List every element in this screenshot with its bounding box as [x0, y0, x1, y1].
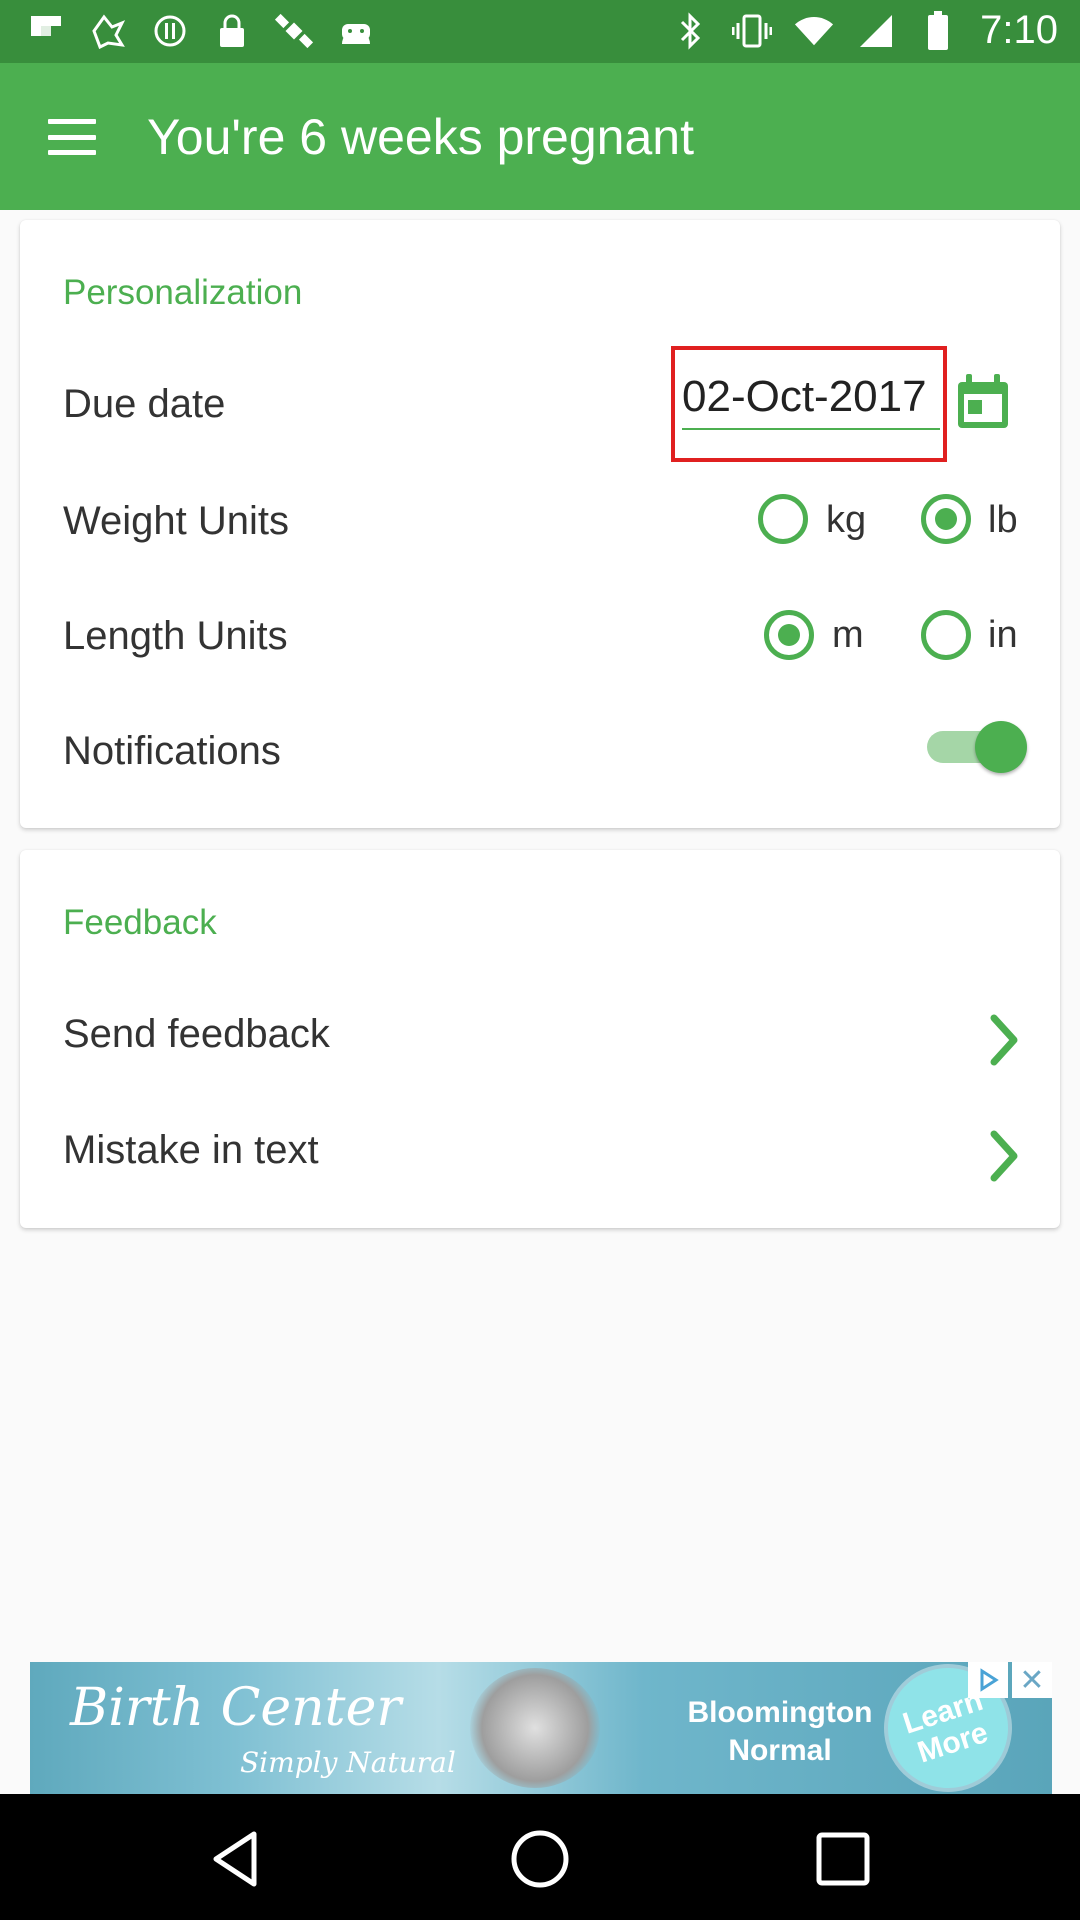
radio-lb[interactable]: [921, 494, 971, 544]
ad-location: Bloomington Normal: [650, 1694, 910, 1770]
ad-choices-icon[interactable]: [968, 1662, 1008, 1698]
battery-icon: [918, 10, 958, 52]
clock: 7:10: [980, 8, 1058, 52]
length-units-label: Length Units: [63, 614, 288, 658]
ad-brand: Birth Center: [70, 1678, 402, 1738]
home-icon[interactable]: [505, 1824, 575, 1894]
back-icon[interactable]: [202, 1824, 272, 1894]
system-navigation-bar: [0, 1794, 1080, 1920]
lock-icon: [212, 10, 252, 52]
due-date-label: Due date: [63, 382, 226, 426]
hourglass-icon: [150, 10, 190, 52]
signal-icon: [856, 10, 896, 52]
due-date-field[interactable]: 02-Oct-2017: [682, 372, 940, 430]
android-icon: [336, 10, 376, 52]
satellite-icon: [274, 10, 314, 52]
notifications-label: Notifications: [63, 729, 281, 773]
feedback-section-title: Feedback: [63, 903, 217, 942]
calendar-icon[interactable]: [956, 374, 1010, 430]
chevron-right-icon[interactable]: [980, 1126, 1030, 1186]
mistake-in-text-item[interactable]: Mistake in text: [63, 1128, 319, 1173]
radio-lb-label: lb: [988, 499, 1018, 541]
ad-banner[interactable]: Birth Center Simply Natural Bloomington …: [30, 1662, 1052, 1794]
personalization-section-title: Personalization: [63, 273, 303, 312]
radio-kg[interactable]: [758, 494, 808, 544]
bluetooth-icon: [670, 10, 710, 52]
ad-close-icon[interactable]: ✕: [1012, 1662, 1052, 1698]
radio-m-label: m: [832, 614, 864, 656]
ad-tagline: Simply Natural: [240, 1746, 456, 1779]
hootsuite-icon: [88, 10, 128, 52]
app-bar: You're 6 weeks pregnant: [0, 63, 1080, 210]
ad-hands-image: [470, 1668, 600, 1788]
vibrate-icon: [732, 10, 773, 52]
radio-m[interactable]: [764, 610, 814, 660]
personalization-card: Personalization Due date 02-Oct-2017 Wei…: [20, 220, 1060, 828]
weight-units-label: Weight Units: [63, 499, 290, 543]
hamburger-menu-icon[interactable]: [44, 113, 100, 161]
status-bar: 7:10: [0, 0, 1080, 63]
ad-location-line1: Bloomington: [687, 1696, 873, 1729]
notifications-toggle[interactable]: [919, 717, 1029, 777]
feedback-card: Feedback Send feedback Mistake in text: [20, 850, 1060, 1228]
radio-in-label: in: [988, 614, 1018, 656]
recents-icon[interactable]: [808, 1824, 878, 1894]
flipboard-icon: [26, 10, 66, 52]
send-feedback-item[interactable]: Send feedback: [63, 1012, 330, 1057]
page-title: You're 6 weeks pregnant: [147, 109, 694, 165]
ad-location-line2: Normal: [728, 1734, 832, 1767]
radio-kg-label: kg: [826, 499, 867, 541]
chevron-right-icon[interactable]: [980, 1010, 1030, 1070]
radio-in[interactable]: [921, 610, 971, 660]
wifi-icon: [794, 10, 834, 52]
